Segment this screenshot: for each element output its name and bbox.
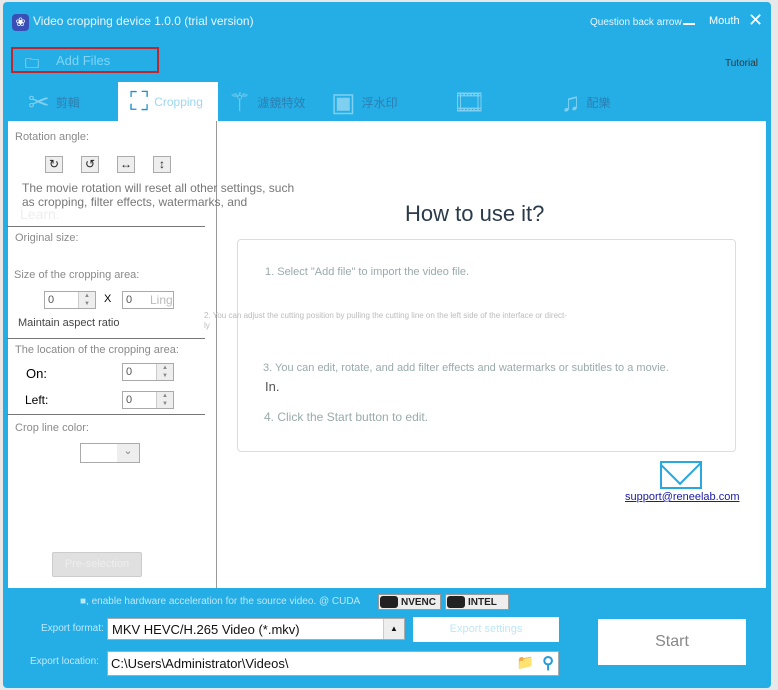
unit-label: Ling: [150, 293, 173, 307]
maintain-aspect-checkbox[interactable]: Maintain aspect ratio: [18, 317, 120, 329]
original-size-label: Original size:: [15, 232, 79, 244]
divider: [7, 338, 205, 339]
learn-link[interactable]: Learn.: [20, 206, 60, 222]
tab-label: 濾鏡特效: [257, 95, 306, 110]
video-icon: 🎞: [453, 86, 487, 117]
step-1: 1. Select "Add file" to import the video…: [265, 266, 470, 278]
export-location-input[interactable]: C:\Users\Administrator\Videos\ 📁 ⚲: [107, 651, 559, 676]
export-format-label: Export format:: [41, 623, 104, 634]
nvidia-icon: [380, 596, 398, 608]
export-format-select[interactable]: MKV HEVC/H.265 Video (*.mkv) ▲: [107, 618, 405, 640]
question-button[interactable]: Question back arrow: [590, 17, 682, 28]
preselection-button[interactable]: Pre-selection: [52, 552, 142, 577]
folder-add-icon: 🗀: [25, 55, 39, 71]
window-title: Video cropping device 1.0.0 (trial versi…: [33, 14, 254, 28]
step-2: 2. You can adjust the cutting position b…: [204, 311, 567, 320]
tab-edit[interactable]: ✂ 剪輯: [28, 82, 80, 122]
left-label: Left:: [25, 393, 49, 407]
chevron-down-icon: ⌄: [117, 444, 139, 462]
crop-color-picker[interactable]: ⌄: [80, 443, 140, 463]
rotate-ccw-button[interactable]: ↺: [81, 156, 99, 173]
spinner-arrows[interactable]: ▲ ▼: [78, 292, 95, 308]
step-4: 4. Click the Start button to edit.: [264, 410, 429, 424]
minimize-button[interactable]: [683, 23, 695, 25]
value: 0: [48, 294, 55, 306]
mail-icon[interactable]: [660, 461, 702, 489]
support-email-link[interactable]: support@reneelab.com: [625, 491, 740, 503]
value: 0: [126, 294, 133, 306]
x-label: X: [104, 293, 112, 305]
music-icon: ♫: [561, 86, 581, 117]
step-3: 3. You can edit, rotate, and add filter …: [263, 362, 669, 374]
folder-icon[interactable]: 📁: [517, 654, 534, 671]
tab-label: 剪輯: [55, 95, 80, 110]
crop-size-label: Size of the cropping area:: [14, 269, 140, 281]
hw-accel-checkbox[interactable]: ■, enable hardware acceleration for the …: [80, 596, 360, 607]
flip-horizontal-button[interactable]: ↔: [117, 156, 135, 173]
nvenc-badge: NVENC: [378, 594, 442, 610]
location-label: The location of the cropping area:: [15, 344, 179, 356]
intel-badge: INTEL: [445, 594, 509, 610]
step-3-cont: In.: [265, 379, 280, 394]
tab-watermark[interactable]: ▣ 浮水印: [331, 82, 398, 122]
tab-label: 配樂: [586, 95, 611, 110]
watermark-icon: ▣: [331, 86, 356, 117]
search-icon[interactable]: ⚲: [542, 653, 554, 673]
export-location-label: Export location:: [30, 656, 99, 667]
how-to-title: How to use it?: [405, 201, 545, 226]
add-files-button[interactable]: 🗀 Add Files: [11, 47, 159, 73]
rotation-note: The movie rotation will reset all other …: [22, 181, 295, 209]
badge-label: INTEL: [468, 597, 497, 608]
menu-button[interactable]: Mouth: [709, 15, 740, 27]
start-button[interactable]: Start: [598, 619, 746, 665]
tutorial-link[interactable]: Tutorial: [725, 58, 758, 69]
tab-video[interactable]: 🎞: [453, 82, 492, 122]
value: 0: [126, 394, 133, 406]
tab-filters[interactable]: ⚚ 濾鏡特效: [228, 82, 305, 122]
divider: [7, 414, 205, 415]
flip-vertical-button[interactable]: ↕: [153, 156, 171, 173]
rotation-label: Rotation angle:: [15, 131, 89, 143]
export-settings-button[interactable]: Export settings: [413, 617, 559, 642]
step-2-cont: ly: [204, 321, 210, 330]
tab-music[interactable]: ♫ 配樂: [561, 82, 611, 122]
scissors-icon: ✂: [28, 86, 50, 117]
badge-label: NVENC: [401, 597, 437, 608]
tab-label: Cropping: [154, 95, 203, 109]
left-offset-input[interactable]: 0 ▲ ▼: [122, 391, 174, 409]
crop-width-input[interactable]: 0 ▲ ▼: [44, 291, 96, 309]
crop-icon: ⛶: [130, 86, 149, 116]
tab-cropping[interactable]: ⛶ Cropping: [118, 82, 218, 122]
crop-color-label: Crop line color:: [15, 422, 89, 434]
value: 0: [126, 366, 133, 378]
path-value: C:\Users\Administrator\Videos\: [111, 656, 289, 671]
divider: [7, 226, 205, 227]
rotate-cw-button[interactable]: ↻: [45, 156, 63, 173]
add-files-label: Add Files: [56, 53, 111, 68]
spinner-arrows[interactable]: ▲ ▼: [156, 392, 173, 408]
intel-icon: [447, 596, 465, 608]
spinner-arrows[interactable]: ▲ ▼: [156, 364, 173, 380]
crop-height-input[interactable]: 0 Ling: [122, 291, 174, 309]
dropdown-arrow-icon[interactable]: ▲: [383, 619, 404, 639]
app-logo-icon: ❀: [12, 14, 29, 31]
selected-value: MKV HEVC/H.265 Video (*.mkv): [112, 622, 300, 637]
close-button[interactable]: ✕: [748, 10, 763, 31]
magic-wand-icon: ⚚: [228, 86, 252, 117]
tab-label: 浮水印: [361, 95, 398, 110]
top-offset-input[interactable]: 0 ▲ ▼: [122, 363, 174, 381]
on-label: On:: [26, 366, 47, 381]
